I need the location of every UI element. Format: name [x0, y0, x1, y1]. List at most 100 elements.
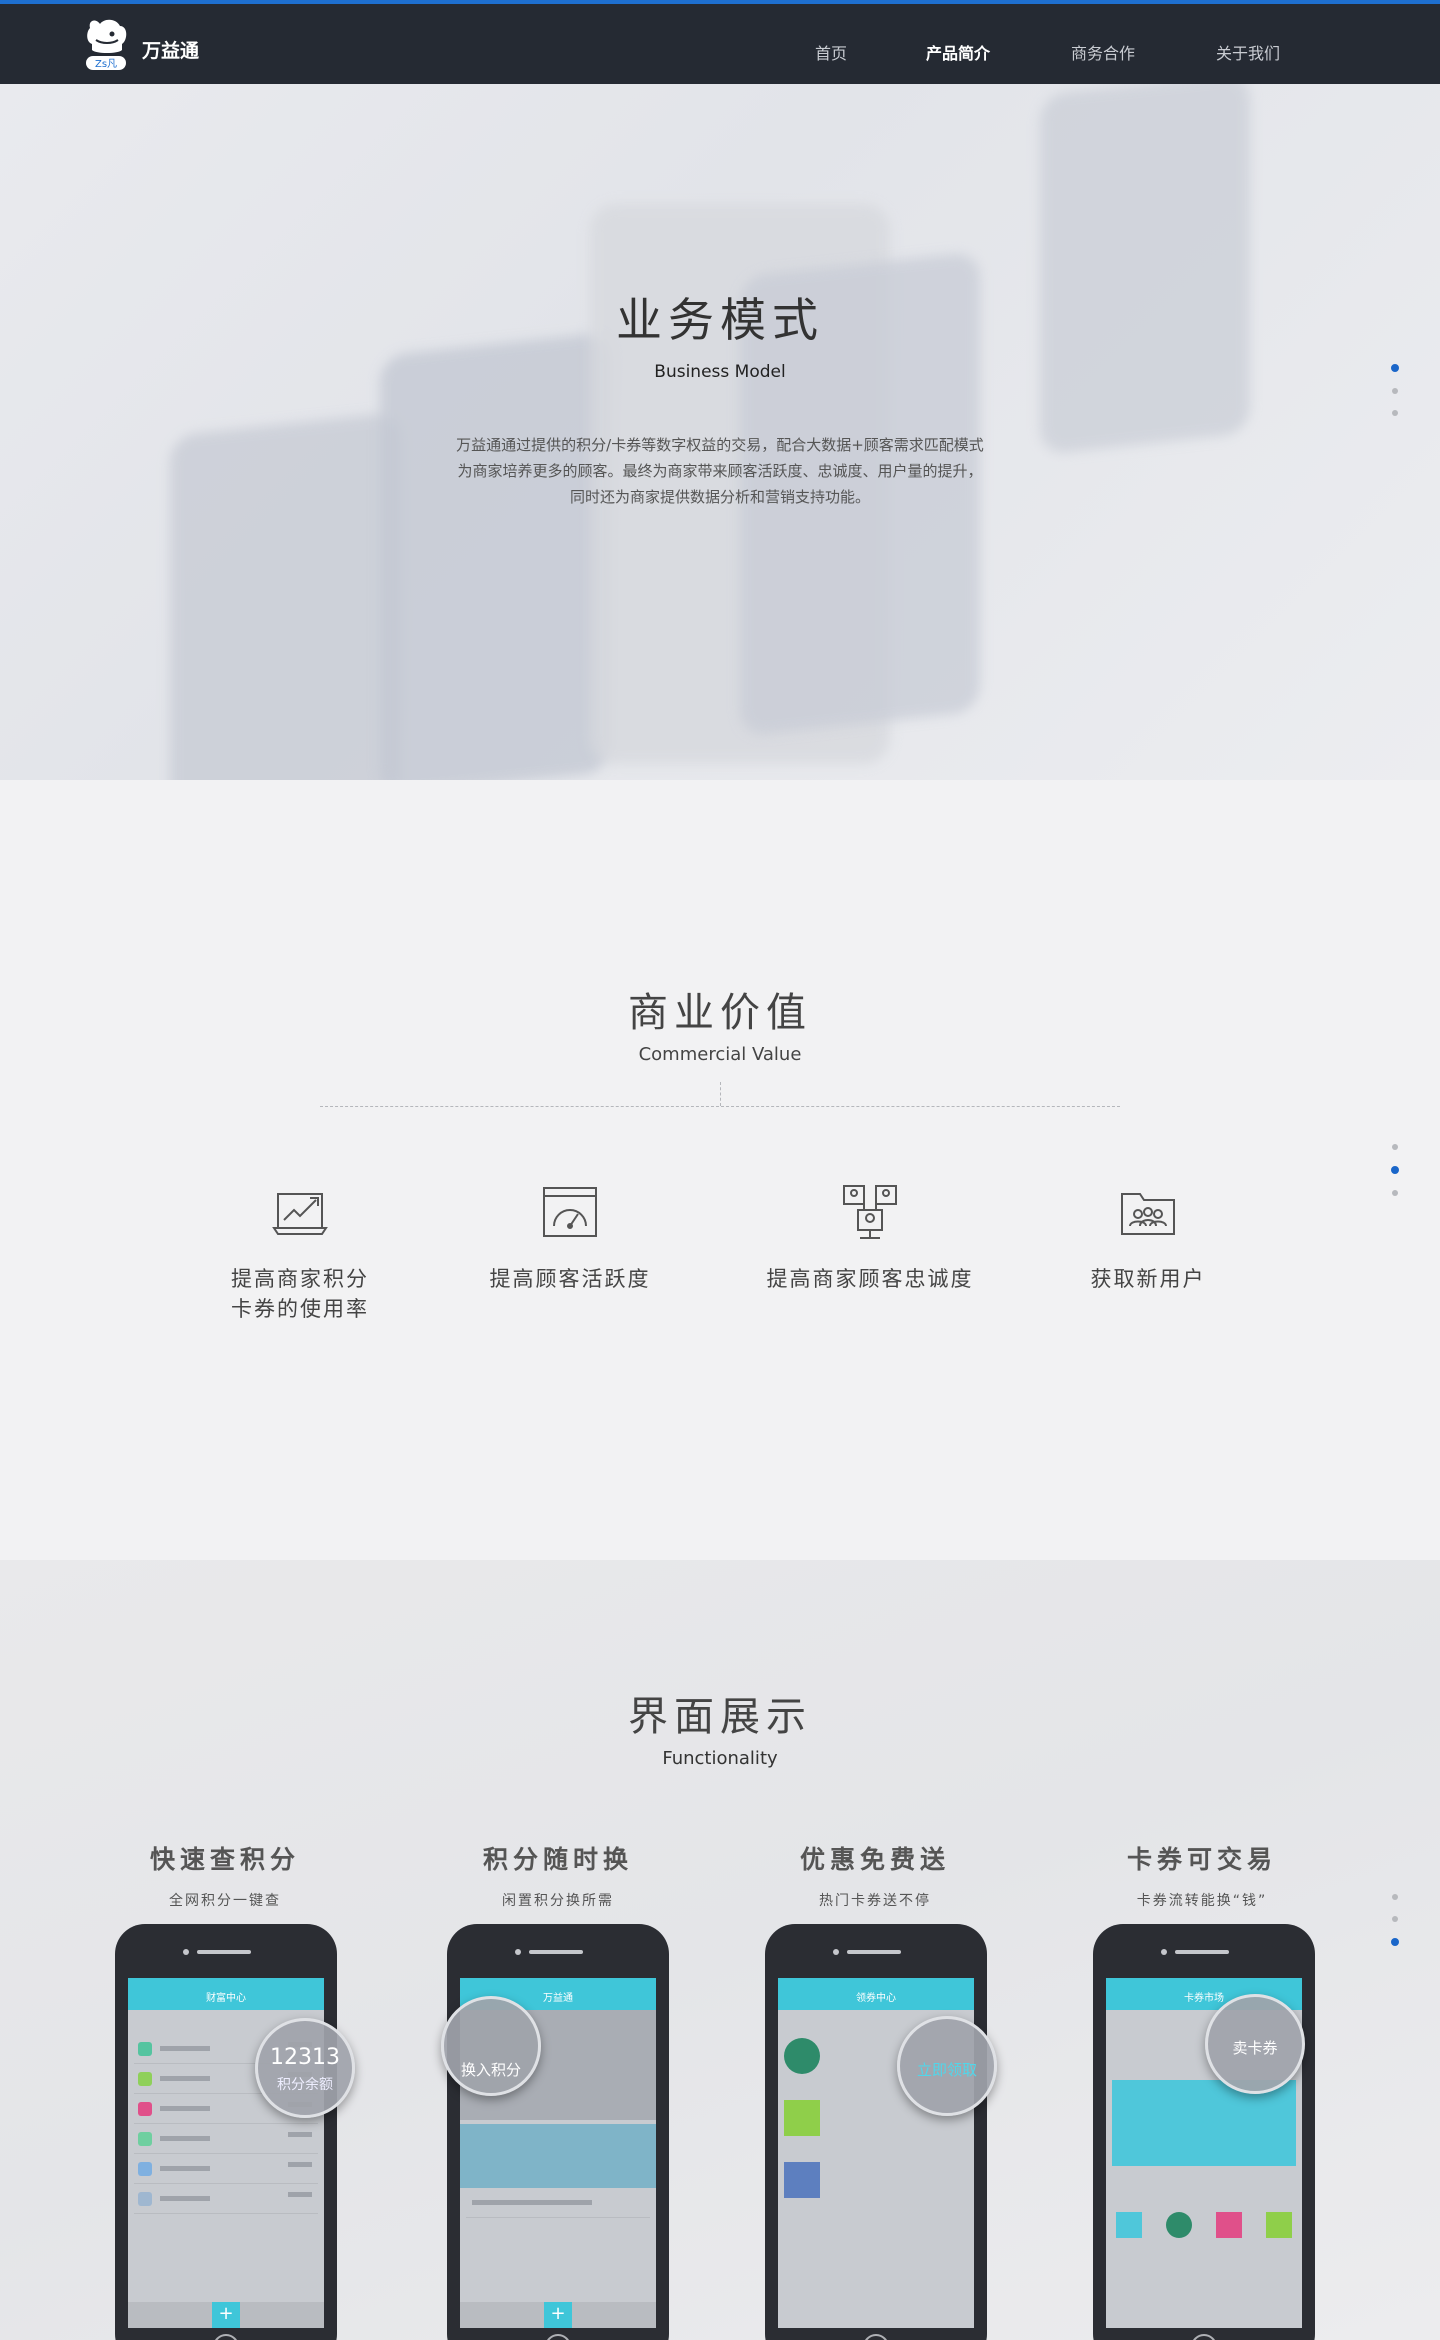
- feature-title: 优惠免费送: [799, 1845, 950, 1874]
- pager-dot[interactable]: [1392, 1190, 1398, 1196]
- svg-text:Zs凡: Zs凡: [95, 58, 117, 70]
- phone-mockup: 卡券市场 卖卡券: [1093, 1924, 1315, 2340]
- home-button: [1191, 2334, 1217, 2340]
- status-bar: [1106, 1978, 1302, 1988]
- value-label-line: 提高商家顾客忠诚度: [766, 1267, 974, 1291]
- camera-dot: [833, 1949, 839, 1955]
- brand-name[interactable]: 万益通: [142, 36, 199, 63]
- promo-banner: [460, 2124, 656, 2188]
- pager-dot[interactable]: [1391, 364, 1399, 372]
- value-label: 提高商家顾客忠诚度: [750, 1264, 990, 1294]
- pager-dot[interactable]: [1392, 388, 1398, 394]
- list-item: [466, 2188, 650, 2218]
- chart-growth-icon: [268, 1180, 332, 1244]
- value-item: 提高商家积分 卡券的使用率: [180, 1180, 420, 1324]
- callout-bubble: 12313 积分余额: [255, 2018, 355, 2118]
- pager-dot[interactable]: [1391, 1166, 1399, 1174]
- value-item: 提高顾客活跃度: [450, 1180, 690, 1294]
- divider: [320, 1106, 1120, 1107]
- nav-about[interactable]: 关于我们: [1216, 40, 1280, 64]
- feature-heading: 卡券可交易 卡券流转能换“钱”: [1072, 1840, 1332, 1910]
- divider: [720, 1082, 721, 1106]
- speaker-slot: [1175, 1950, 1229, 1954]
- home-button: [545, 2334, 571, 2340]
- status-bar: [460, 1978, 656, 1988]
- feature-title: 积分随时换: [482, 1845, 633, 1874]
- value-label-line: 提高顾客活跃度: [489, 1267, 651, 1291]
- user-group-folder-icon: [1116, 1180, 1180, 1244]
- description-line: 万益通通过提供的积分/卡券等数字权益的交易，配合大数据+顾客需求匹配模式: [456, 436, 984, 454]
- feature-title: 快速查积分: [149, 1845, 300, 1874]
- logo-icon[interactable]: Zs凡: [82, 14, 132, 76]
- camera-dot: [183, 1949, 189, 1955]
- bubble-label: 立即领取: [916, 2061, 977, 2079]
- nav-product[interactable]: 产品简介: [926, 40, 990, 64]
- callout-bubble: 卖卡券: [1205, 1994, 1305, 2094]
- tab-bar: +: [128, 2302, 324, 2328]
- callout-bubble: 换入积分: [441, 1996, 541, 2096]
- phone-mockup: 万益通 + 换入积分: [441, 1924, 669, 2340]
- callout-bubble: 立即领取: [897, 2016, 997, 2116]
- business-model-section: 业务模式 Business Model 万益通通过提供的积分/卡券等数字权益的交…: [0, 84, 1440, 780]
- tab-bar: +: [460, 2302, 656, 2328]
- background-phone-image: [170, 411, 400, 780]
- phone-mockup: 财富中心 + 12313 积分余额: [115, 1924, 355, 2340]
- page: Zs凡 万益通 首页 产品简介 商务合作 关于我们 业务模式 Business …: [0, 0, 1440, 2340]
- value-label: 获取新用户: [1028, 1264, 1268, 1294]
- section-subtitle: Business Model: [654, 362, 786, 382]
- plus-icon: +: [544, 2302, 572, 2328]
- feature-subtitle: 闲置积分换所需: [502, 1893, 614, 1909]
- speaker-slot: [197, 1950, 251, 1954]
- coupon-item: [784, 2156, 968, 2214]
- section-pager: [1391, 1144, 1400, 1212]
- status-bar: [128, 1978, 324, 1988]
- feature-subtitle: 卡券流转能换“钱”: [1136, 1893, 1268, 1909]
- bubble-label: 卖卡券: [1232, 2039, 1278, 2057]
- bubble-value: 12313: [270, 2045, 340, 2070]
- screen-title: 财富中心: [128, 1988, 324, 2010]
- section-pager: [1391, 364, 1400, 432]
- description-line: 同时还为商家提供数据分析和营销支持功能。: [569, 488, 870, 506]
- pager-dot[interactable]: [1392, 1916, 1398, 1922]
- site-header: Zs凡 万益通 首页 产品简介 商务合作 关于我们: [0, 4, 1440, 84]
- functionality-section: 界面展示 Functionality 快速查积分 全网积分一键查 积分随时换 闲…: [0, 1560, 1440, 2340]
- feature-subtitle: 全网积分一键查: [169, 1893, 281, 1909]
- value-label-line: 获取新用户: [1090, 1267, 1206, 1291]
- description-line: 为商家培养更多的顾客。最终为商家带来顾客活跃度、忠诚度、用户量的提升，: [457, 462, 983, 480]
- bubble-caption: 积分余额: [277, 2077, 333, 2093]
- background-phone-image: [380, 331, 610, 780]
- list-item: [134, 2154, 318, 2184]
- feature-heading: 积分随时换 闲置积分换所需: [428, 1840, 688, 1910]
- background-phone-image: [1040, 84, 1250, 456]
- value-label-line: 提高商家积分: [231, 1267, 369, 1291]
- pager-dot[interactable]: [1391, 1938, 1399, 1946]
- value-label-line: 卡券的使用率: [231, 1297, 369, 1321]
- list-item: [134, 2124, 318, 2154]
- value-label: 提高商家积分 卡券的使用率: [180, 1264, 420, 1324]
- feature-subtitle: 热门卡券送不停: [819, 1893, 931, 1909]
- speedometer-icon: [538, 1180, 602, 1244]
- status-bar: [778, 1978, 974, 1988]
- home-button: [213, 2334, 239, 2340]
- commercial-value-section: 商业价值 Commercial Value 提高商家积分 卡券的使用率 提高顾客…: [0, 780, 1440, 1560]
- nav-home[interactable]: 首页: [815, 40, 847, 64]
- nav-business[interactable]: 商务合作: [1071, 40, 1135, 64]
- list-item: [134, 2184, 318, 2214]
- section-subtitle: Functionality: [662, 1748, 778, 1769]
- value-item: 获取新用户: [1028, 1180, 1268, 1294]
- feature-heading: 快速查积分 全网积分一键查: [95, 1840, 355, 1910]
- pager-dot[interactable]: [1392, 410, 1398, 416]
- section-title: 业务模式: [616, 293, 824, 347]
- camera-dot: [1161, 1949, 1167, 1955]
- section-subtitle: Commercial Value: [638, 1044, 802, 1065]
- value-label: 提高顾客活跃度: [450, 1264, 690, 1294]
- people-network-icon: [838, 1180, 902, 1244]
- home-button: [863, 2334, 889, 2340]
- section-title: 商业价值: [628, 990, 812, 1036]
- value-item: 提高商家顾客忠诚度: [750, 1180, 990, 1294]
- pager-dot[interactable]: [1392, 1894, 1398, 1900]
- pager-dot[interactable]: [1392, 1144, 1398, 1150]
- phone-mockup: 领券中心 立即领取: [765, 1924, 997, 2340]
- section-title: 界面展示: [628, 1694, 812, 1740]
